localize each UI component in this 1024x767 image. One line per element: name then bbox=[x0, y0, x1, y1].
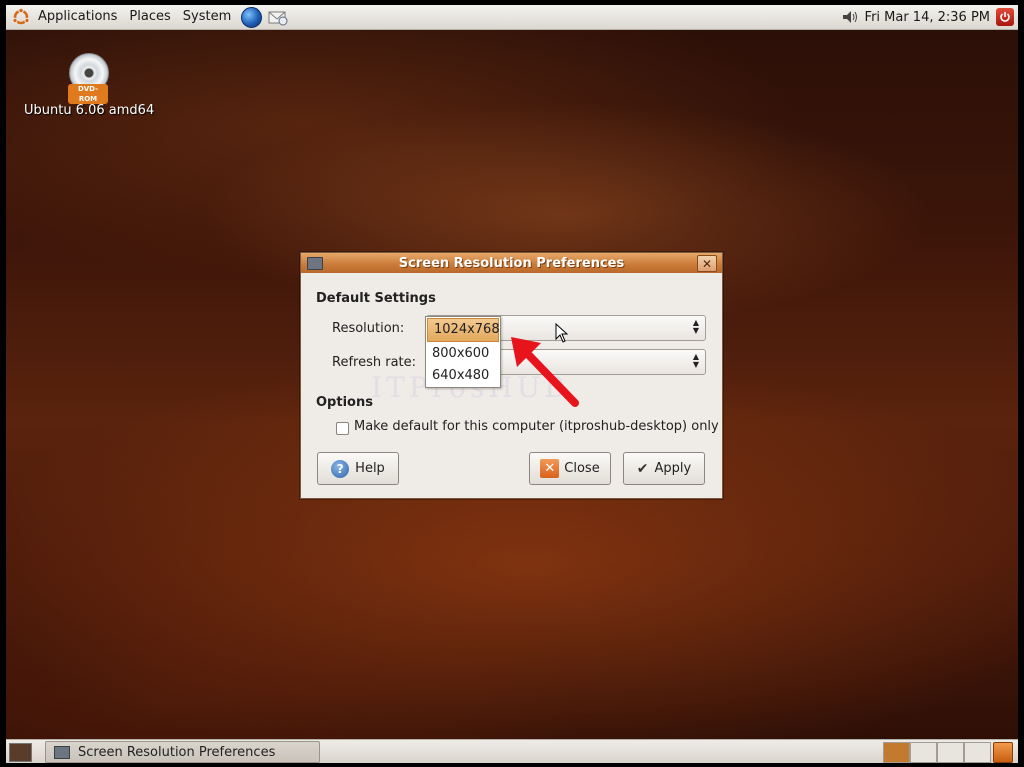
dvd-disc-icon: DVD-ROM bbox=[68, 53, 109, 104]
help-button-label: Help bbox=[355, 461, 385, 476]
top-panel: Applications Places System Fri Mar 14, 2… bbox=[6, 5, 1018, 30]
options-heading: Options bbox=[316, 395, 373, 410]
clock[interactable]: Fri Mar 14, 2:36 PM bbox=[859, 10, 996, 25]
resolution-option[interactable]: 1024x768 bbox=[427, 318, 500, 342]
desktop-icon-label: Ubuntu 6.06 amd64 bbox=[24, 103, 155, 118]
menu-applications[interactable]: Applications bbox=[32, 5, 123, 29]
close-button[interactable]: ✕ Close bbox=[529, 452, 611, 485]
dialog-titlebar[interactable]: Screen Resolution Preferences ✕ bbox=[301, 253, 722, 273]
annotation-arrow-icon bbox=[511, 337, 579, 407]
apply-button-label: Apply bbox=[654, 461, 692, 476]
help-button[interactable]: ? Help bbox=[317, 452, 399, 485]
close-button-label: Close bbox=[564, 461, 600, 476]
trash-icon[interactable] bbox=[993, 742, 1013, 763]
close-icon: ✕ bbox=[540, 459, 560, 478]
checkmark-icon: ✔ bbox=[636, 460, 649, 477]
desktop-screen: Applications Places System Fri Mar 14, 2… bbox=[6, 5, 1018, 763]
workspace-2[interactable] bbox=[910, 742, 937, 763]
dialog-title: Screen Resolution Preferences bbox=[398, 255, 625, 271]
email-client-icon[interactable] bbox=[268, 9, 288, 26]
monitor-icon bbox=[307, 256, 323, 270]
screen-resolution-dialog: Screen Resolution Preferences ✕ Default … bbox=[300, 252, 723, 499]
system-tray: Fri Mar 14, 2:36 PM bbox=[841, 5, 1018, 29]
dvd-rom-desktop-icon[interactable]: DVD-ROM Ubuntu 6.06 amd64 bbox=[24, 53, 154, 118]
resolution-label: Resolution: bbox=[332, 321, 405, 336]
resolution-option[interactable]: 640x480 bbox=[426, 365, 500, 387]
make-default-checkbox[interactable] bbox=[336, 422, 349, 435]
refresh-rate-label: Refresh rate: bbox=[332, 355, 417, 370]
monitor-icon bbox=[54, 745, 70, 759]
workspace-4[interactable] bbox=[964, 742, 991, 763]
dvd-badge: DVD-ROM bbox=[68, 84, 108, 104]
volume-icon[interactable] bbox=[841, 9, 859, 25]
taskbar-window-button[interactable]: Screen Resolution Preferences bbox=[45, 741, 320, 763]
ubuntu-logo-icon[interactable] bbox=[12, 7, 30, 26]
resolution-option[interactable]: 800x600 bbox=[426, 343, 500, 365]
taskbar-window-label: Screen Resolution Preferences bbox=[78, 744, 276, 760]
show-desktop-icon[interactable] bbox=[9, 743, 32, 762]
default-settings-heading: Default Settings bbox=[316, 291, 436, 306]
workspace-3[interactable] bbox=[937, 742, 964, 763]
bottom-panel: Screen Resolution Preferences bbox=[6, 739, 1018, 763]
menu-system[interactable]: System bbox=[177, 5, 237, 29]
combo-arrows-icon: ▲ ▼ bbox=[692, 352, 699, 369]
window-close-button[interactable]: ✕ bbox=[697, 255, 717, 272]
workspace-1[interactable] bbox=[883, 742, 910, 763]
make-default-label[interactable]: Make default for this computer (itproshu… bbox=[354, 419, 719, 434]
power-icon[interactable] bbox=[996, 8, 1014, 26]
web-browser-icon[interactable] bbox=[241, 6, 263, 28]
resolution-dropdown-list: 1024x768 800x600 640x480 bbox=[425, 316, 501, 388]
apply-button[interactable]: ✔ Apply bbox=[623, 452, 705, 485]
help-icon: ? bbox=[331, 459, 350, 478]
menu-places[interactable]: Places bbox=[123, 5, 176, 29]
combo-arrows-icon: ▲ ▼ bbox=[692, 318, 699, 335]
